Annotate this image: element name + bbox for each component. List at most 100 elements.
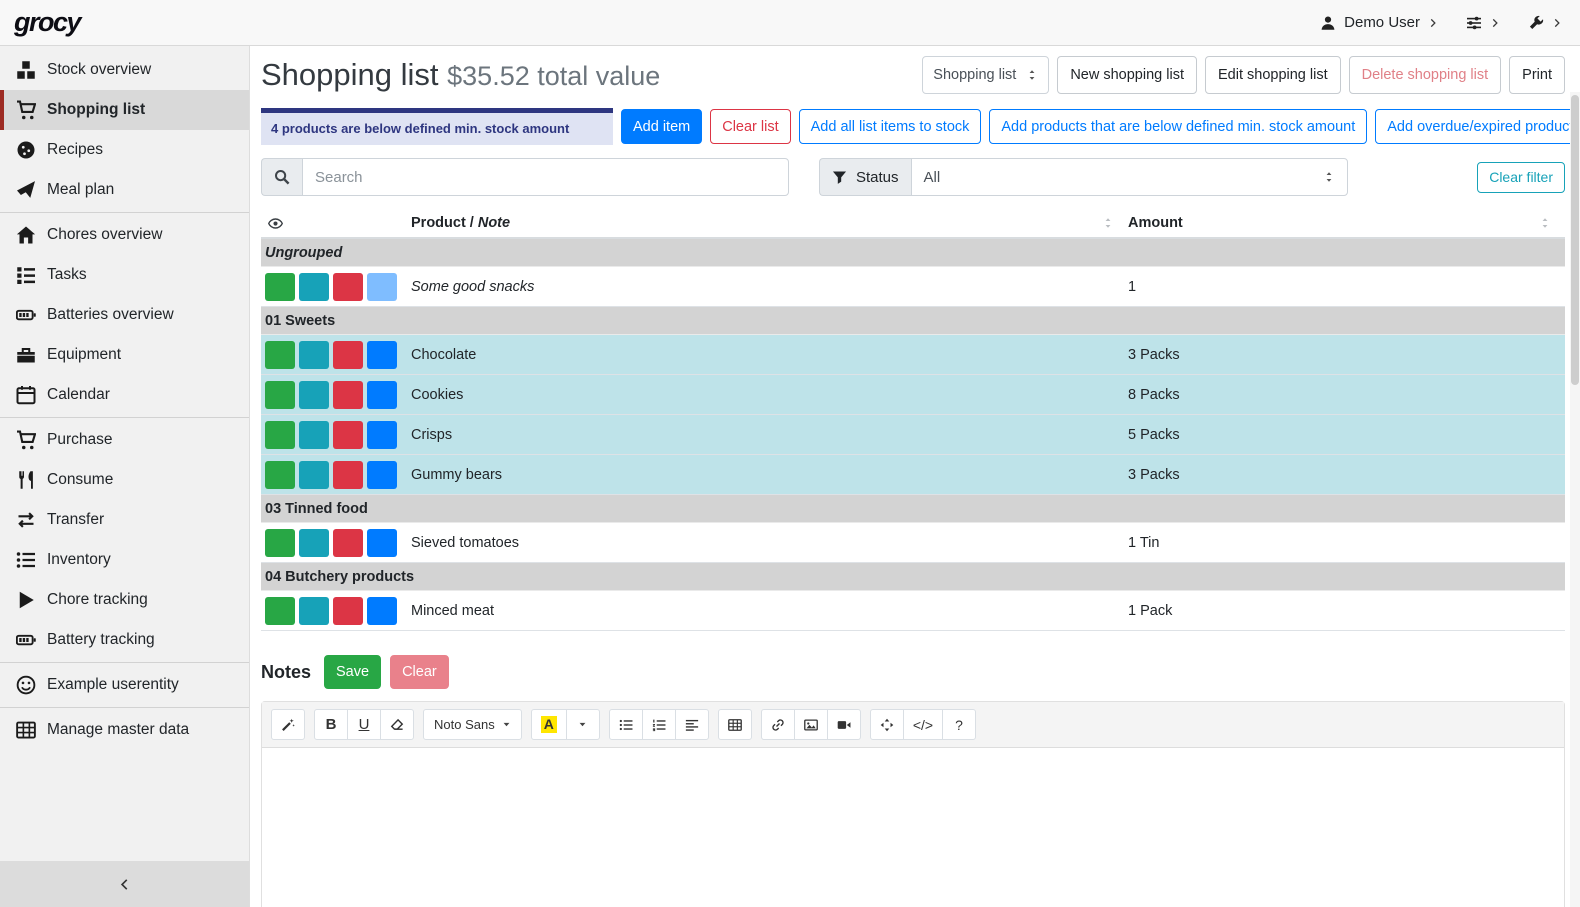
edit-item-button[interactable] <box>299 421 329 449</box>
sidebar-item-equipment[interactable]: Equipment <box>0 335 249 375</box>
sidebar-item-consume[interactable]: Consume <box>0 460 249 500</box>
sidebar-item-shopping-list[interactable]: Shopping list <box>0 90 249 130</box>
clear-list-button[interactable]: Clear list <box>710 109 790 144</box>
unordered-list-button[interactable] <box>609 709 643 740</box>
add-all-to-stock-button[interactable]: Add all list items to stock <box>799 109 982 144</box>
insert-video-button[interactable] <box>827 709 861 740</box>
bold-button[interactable]: B <box>314 709 348 740</box>
mark-done-button[interactable] <box>265 421 295 449</box>
shopping-list-row-sieved-tomatoes: Sieved tomatoes1 Tin <box>261 523 1565 563</box>
scrollbar-thumb[interactable] <box>1571 95 1579 385</box>
mark-done-button[interactable] <box>265 461 295 489</box>
delete-item-button[interactable] <box>333 341 363 369</box>
highlight-color-dropdown[interactable] <box>566 709 600 740</box>
edit-item-button[interactable] <box>299 381 329 409</box>
sidebar-collapse-button[interactable] <box>0 861 249 907</box>
purchase-item-button[interactable] <box>367 421 397 449</box>
edit-item-button[interactable] <box>299 461 329 489</box>
purchase-item-button[interactable] <box>367 461 397 489</box>
fullscreen-button[interactable] <box>870 709 904 740</box>
sidebar-item-tasks[interactable]: Tasks <box>0 255 249 295</box>
add-overdue-button[interactable]: Add overdue/expired products <box>1375 109 1580 144</box>
settings-menu[interactable] <box>1466 15 1500 31</box>
print-button[interactable]: Print <box>1509 56 1565 94</box>
notes-editor-area[interactable] <box>262 748 1564 907</box>
font-family-select[interactable]: Noto Sans <box>423 709 522 740</box>
add-item-button[interactable]: Add item <box>621 109 702 144</box>
sidebar-item-battery-tracking[interactable]: Battery tracking <box>0 620 249 660</box>
amount-column-header[interactable]: Amount <box>1128 215 1565 231</box>
sort-icon[interactable] <box>1102 217 1128 229</box>
group-header-03-tinned-food[interactable]: 03 Tinned food <box>261 495 1565 523</box>
sidebar-item-meal-plan[interactable]: Meal plan <box>0 170 249 210</box>
product-column-header[interactable]: Product / Note <box>411 215 1128 231</box>
notes-clear-button[interactable]: Clear <box>390 655 449 689</box>
sidebar-item-purchase[interactable]: Purchase <box>0 420 249 460</box>
sidebar-item-inventory[interactable]: Inventory <box>0 540 249 580</box>
delete-item-button[interactable] <box>333 273 363 301</box>
sort-icon[interactable] <box>1539 217 1565 229</box>
purchase-item-button[interactable] <box>367 273 397 301</box>
status-filter-select[interactable]: All <box>911 158 1348 196</box>
delete-item-button[interactable] <box>333 597 363 625</box>
new-shopping-list-button[interactable]: New shopping list <box>1057 56 1197 94</box>
mark-done-button[interactable] <box>265 341 295 369</box>
magic-style-button[interactable] <box>271 709 305 740</box>
sidebar-item-recipes[interactable]: Recipes <box>0 130 249 170</box>
group-header-01-sweets[interactable]: 01 Sweets <box>261 307 1565 335</box>
magic-wand-icon <box>281 718 295 732</box>
delete-item-button[interactable] <box>333 461 363 489</box>
purchase-item-button[interactable] <box>367 341 397 369</box>
purchase-item-button[interactable] <box>367 597 397 625</box>
below-min-stock-alert[interactable]: 4 products are below defined min. stock … <box>261 108 613 145</box>
sidebar-item-example-userentity[interactable]: Example userentity <box>0 665 249 705</box>
sidebar-item-chores-overview[interactable]: Chores overview <box>0 215 249 255</box>
purchase-item-button[interactable] <box>367 381 397 409</box>
mark-done-button[interactable] <box>265 381 295 409</box>
delete-item-button[interactable] <box>333 421 363 449</box>
sidebar-item-transfer[interactable]: Transfer <box>0 500 249 540</box>
delete-item-button[interactable] <box>333 529 363 557</box>
insert-link-button[interactable] <box>761 709 795 740</box>
group-header-ungrouped[interactable]: Ungrouped <box>261 239 1565 267</box>
sidebar-item-calendar[interactable]: Calendar <box>0 375 249 415</box>
product-name: Crisps <box>411 427 452 443</box>
sidebar-item-label: Example userentity <box>47 676 179 694</box>
sidebar-item-manage-master-data[interactable]: Manage master data <box>0 710 249 750</box>
delete-item-button[interactable] <box>333 381 363 409</box>
delete-shopping-list-button[interactable]: Delete shopping list <box>1349 56 1502 94</box>
edit-item-button[interactable] <box>299 529 329 557</box>
insert-table-button[interactable] <box>718 709 752 740</box>
admin-menu[interactable] <box>1528 15 1562 31</box>
mark-done-button[interactable] <box>265 529 295 557</box>
app-logo[interactable]: grocy <box>14 7 80 38</box>
sidebar-item-label: Chores overview <box>47 226 162 244</box>
sidebar-item-batteries-overview[interactable]: Batteries overview <box>0 295 249 335</box>
add-below-min-button[interactable]: Add products that are below defined min.… <box>989 109 1367 144</box>
underline-button[interactable]: U <box>347 709 381 740</box>
group-header-04-butchery-products[interactable]: 04 Butchery products <box>261 563 1565 591</box>
edit-shopping-list-button[interactable]: Edit shopping list <box>1205 56 1341 94</box>
mark-done-button[interactable] <box>265 597 295 625</box>
highlight-color-button[interactable]: A <box>531 709 567 740</box>
insert-image-button[interactable] <box>794 709 828 740</box>
code-view-button[interactable]: </> <box>903 709 943 740</box>
sidebar-item-stock-overview[interactable]: Stock overview <box>0 50 249 90</box>
ordered-list-button[interactable] <box>642 709 676 740</box>
sidebar-item-chore-tracking[interactable]: Chore tracking <box>0 580 249 620</box>
paragraph-align-button[interactable] <box>675 709 709 740</box>
clear-filter-button[interactable]: Clear filter <box>1477 162 1565 193</box>
search-input[interactable] <box>302 158 789 196</box>
help-button[interactable]: ? <box>942 709 976 740</box>
edit-item-button[interactable] <box>299 341 329 369</box>
clear-formatting-button[interactable] <box>380 709 414 740</box>
item-amount: 1 Tin <box>1128 535 1159 551</box>
shopping-list-select[interactable]: Shopping list <box>922 56 1049 94</box>
edit-item-button[interactable] <box>299 597 329 625</box>
notes-save-button[interactable]: Save <box>324 655 381 689</box>
purchase-item-button[interactable] <box>367 529 397 557</box>
user-menu[interactable]: Demo User <box>1320 14 1438 31</box>
sidebar-item-label: Equipment <box>47 346 121 364</box>
edit-item-button[interactable] <box>299 273 329 301</box>
mark-done-button[interactable] <box>265 273 295 301</box>
